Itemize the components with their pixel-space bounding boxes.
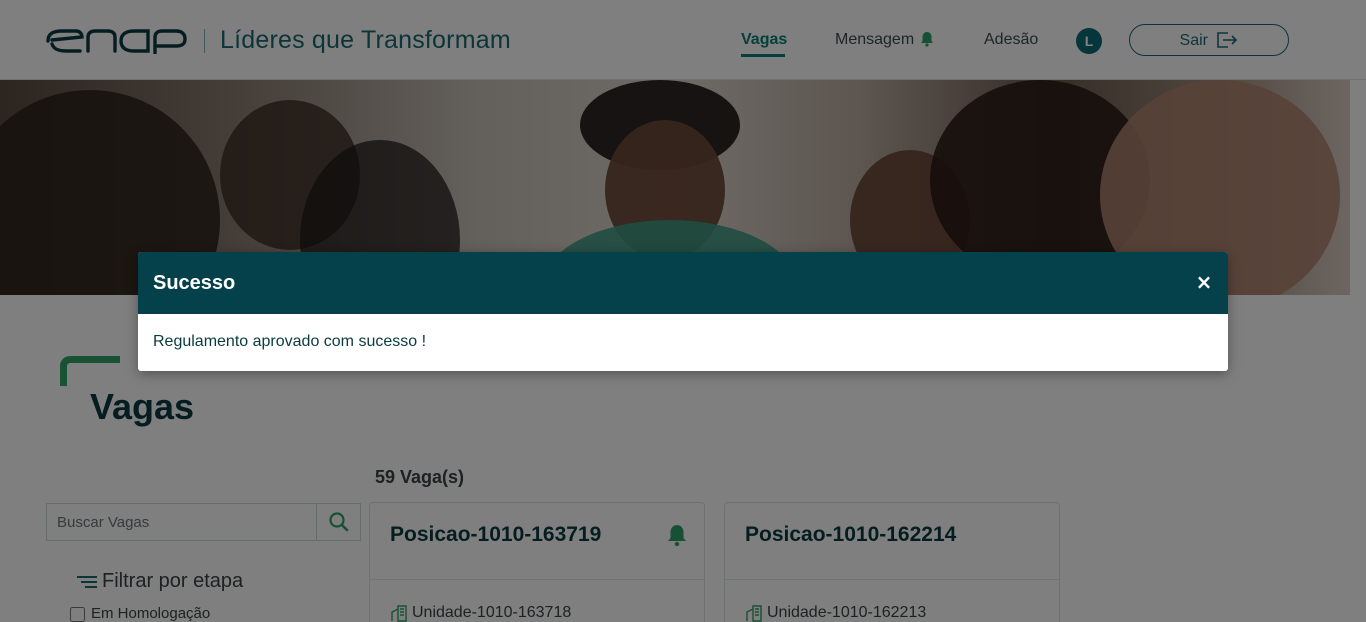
modal-header: Sucesso × [138,252,1228,314]
modal-title: Sucesso [153,272,236,294]
success-modal: Sucesso × Regulamento aprovado com suces… [138,252,1228,371]
modal-message: Regulamento aprovado com sucesso ! [153,333,427,350]
close-button[interactable]: × [1194,271,1214,293]
